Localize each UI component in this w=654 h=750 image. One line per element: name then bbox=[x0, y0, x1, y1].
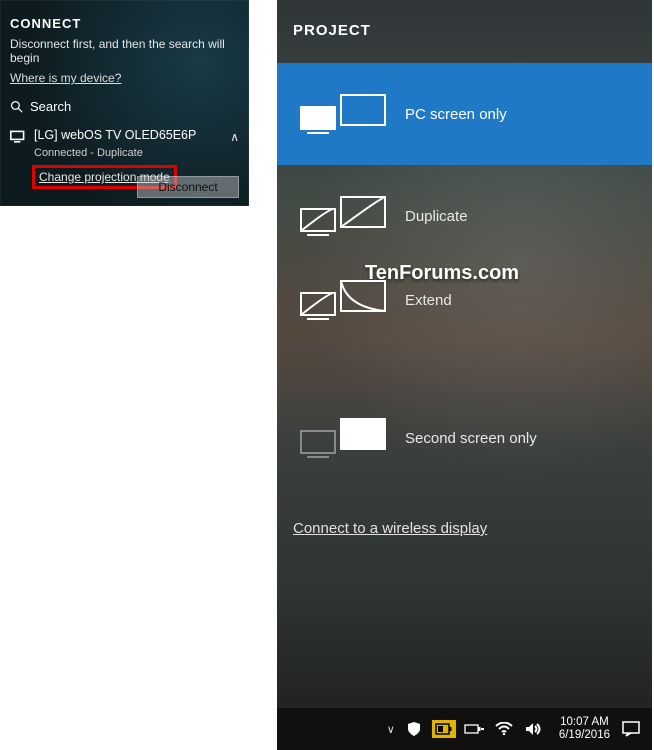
pc-only-icon bbox=[297, 91, 387, 137]
search-label: Search bbox=[30, 99, 71, 114]
wifi-icon[interactable] bbox=[491, 716, 517, 742]
taskbar: ∨ bbox=[277, 708, 652, 750]
project-option-extend[interactable]: Extend bbox=[277, 267, 652, 351]
device-status: Connected - Duplicate bbox=[34, 147, 239, 159]
clock-date: 6/19/2016 bbox=[559, 729, 610, 742]
clock-time: 10:07 AM bbox=[559, 716, 610, 729]
device-name: [LG] webOS TV OLED65E6P bbox=[34, 128, 196, 142]
search-icon bbox=[10, 100, 24, 114]
monitor-icon bbox=[10, 128, 26, 147]
connect-wireless-display-link[interactable]: Connect to a wireless display bbox=[293, 520, 487, 537]
volume-icon[interactable] bbox=[521, 716, 547, 742]
defender-shield-icon[interactable] bbox=[401, 716, 427, 742]
extend-icon bbox=[297, 277, 387, 323]
project-panel: PROJECT PC screen only bbox=[277, 0, 652, 750]
project-title: PROJECT bbox=[277, 0, 652, 63]
connect-subtitle: Disconnect first, and then the search wi… bbox=[0, 37, 249, 71]
project-option-label: Extend bbox=[405, 292, 452, 309]
action-center-icon[interactable] bbox=[618, 716, 644, 742]
project-option-label: Duplicate bbox=[405, 208, 468, 225]
connect-title: CONNECT bbox=[0, 0, 249, 37]
project-option-second-only[interactable]: Second screen only bbox=[277, 387, 652, 489]
search-row[interactable]: Search bbox=[0, 95, 249, 124]
collapse-icon[interactable]: ∧ bbox=[230, 130, 239, 144]
where-is-my-device-link[interactable]: Where is my device? bbox=[10, 71, 121, 85]
project-option-pc-only[interactable]: PC screen only bbox=[277, 63, 652, 165]
project-option-duplicate[interactable]: Duplicate bbox=[277, 165, 652, 267]
clock[interactable]: 10:07 AM 6/19/2016 bbox=[559, 716, 610, 742]
project-option-label: Second screen only bbox=[405, 430, 537, 447]
tray-overflow-icon[interactable]: ∨ bbox=[385, 723, 397, 736]
project-option-label: PC screen only bbox=[405, 106, 507, 123]
connect-panel: CONNECT Disconnect first, and then the s… bbox=[0, 0, 249, 206]
disconnect-button[interactable]: Disconnect bbox=[137, 176, 239, 198]
duplicate-icon bbox=[297, 193, 387, 239]
battery-icon[interactable] bbox=[431, 716, 457, 742]
second-only-icon bbox=[297, 415, 387, 461]
power-plugged-icon[interactable] bbox=[461, 716, 487, 742]
